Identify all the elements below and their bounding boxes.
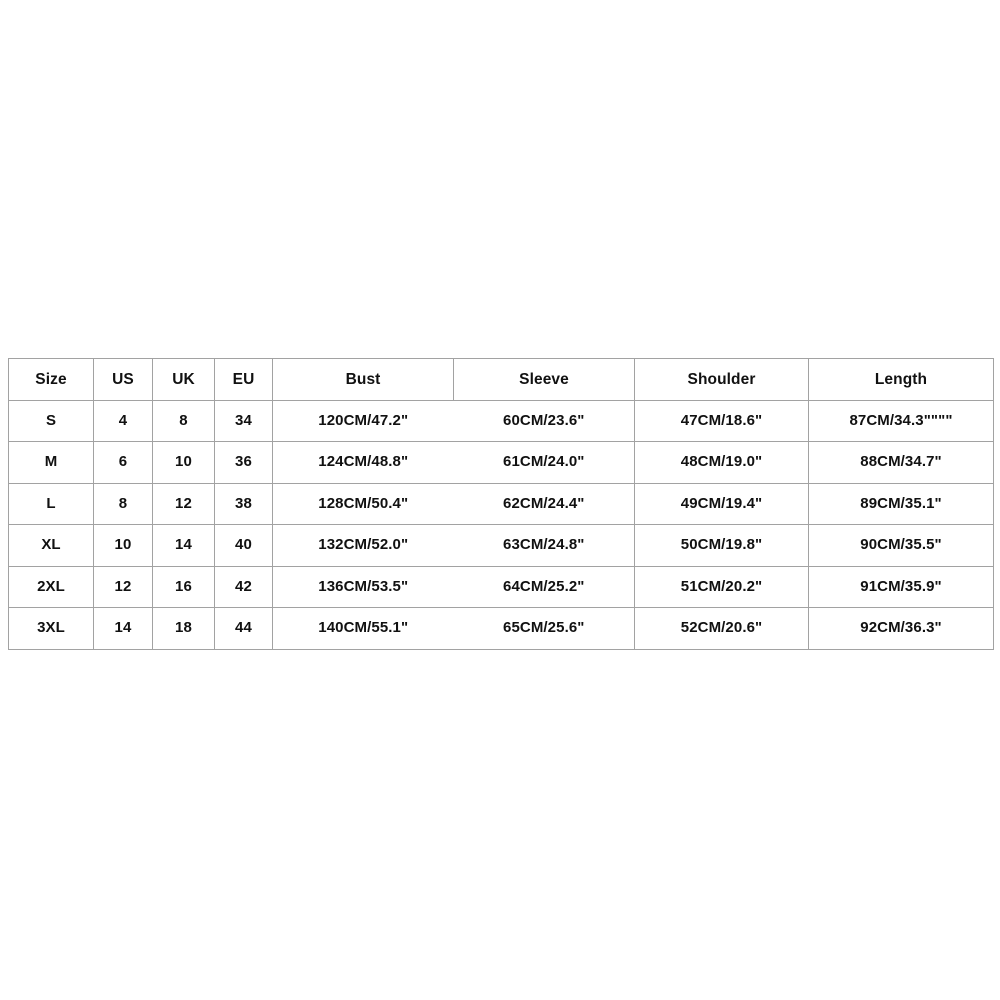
cell-length: 89CM/35.1" bbox=[808, 482, 994, 525]
cell-bust-sleeve: 120CM/47.2" 60CM/23.6" bbox=[272, 399, 635, 442]
column-header-length: Length bbox=[808, 358, 994, 401]
column-header-bust: Bust bbox=[272, 358, 454, 401]
table-body: S 4 8 34 120CM/47.2" 60CM/23.6" 47CM/18.… bbox=[8, 399, 994, 650]
cell-shoulder: 47CM/18.6" bbox=[634, 399, 809, 442]
cell-bust: 140CM/55.1" bbox=[318, 619, 409, 636]
table-row: L 8 12 38 128CM/50.4" 62CM/24.4" 49CM/19… bbox=[8, 482, 994, 525]
cell-bust: 132CM/52.0" bbox=[318, 536, 409, 553]
cell-uk: 10 bbox=[152, 441, 215, 484]
cell-shoulder: 52CM/20.6" bbox=[634, 607, 809, 650]
cell-sleeve: 61CM/24.0" bbox=[503, 453, 585, 470]
table-row: 2XL 12 16 42 136CM/53.5" 64CM/25.2" 51CM… bbox=[8, 565, 994, 608]
cell-us: 10 bbox=[93, 524, 153, 567]
cell-length: 87CM/34.3"""" bbox=[808, 399, 994, 442]
cell-length: 91CM/35.9" bbox=[808, 565, 994, 608]
column-header-size: Size bbox=[8, 358, 94, 401]
cell-size: 3XL bbox=[8, 607, 94, 650]
cell-eu: 36 bbox=[214, 441, 273, 484]
cell-bust-sleeve: 140CM/55.1" 65CM/25.6" bbox=[272, 607, 635, 650]
table-header: Size US UK EU Bust Sleeve Shoulder Lengt… bbox=[8, 358, 994, 401]
cell-bust-sleeve: 128CM/50.4" 62CM/24.4" bbox=[272, 482, 635, 525]
cell-us: 12 bbox=[93, 565, 153, 608]
cell-uk: 12 bbox=[152, 482, 215, 525]
cell-bust: 120CM/47.2" bbox=[318, 411, 409, 429]
size-chart-table: Size US UK EU Bust Sleeve Shoulder Lengt… bbox=[8, 358, 994, 650]
cell-bust-sleeve: 132CM/52.0" 63CM/24.8" bbox=[272, 524, 635, 567]
cell-shoulder: 48CM/19.0" bbox=[634, 441, 809, 484]
cell-size: M bbox=[8, 441, 94, 484]
cell-bust: 136CM/53.5" bbox=[318, 577, 409, 595]
cell-shoulder: 49CM/19.4" bbox=[634, 482, 809, 525]
column-header-uk: UK bbox=[152, 358, 215, 401]
cell-uk: 18 bbox=[152, 607, 215, 650]
cell-uk: 16 bbox=[152, 565, 215, 608]
cell-sleeve: 65CM/25.6" bbox=[503, 619, 585, 636]
table-row: S 4 8 34 120CM/47.2" 60CM/23.6" 47CM/18.… bbox=[8, 399, 994, 442]
cell-us: 8 bbox=[93, 482, 153, 525]
cell-bust-sleeve: 136CM/53.5" 64CM/25.2" bbox=[272, 565, 635, 608]
cell-us: 4 bbox=[93, 399, 153, 442]
table-row: M 6 10 36 124CM/48.8" 61CM/24.0" 48CM/19… bbox=[8, 441, 994, 484]
cell-bust: 124CM/48.8" bbox=[318, 453, 409, 470]
cell-eu: 34 bbox=[214, 399, 273, 442]
table-row: 3XL 14 18 44 140CM/55.1" 65CM/25.6" 52CM… bbox=[8, 607, 994, 650]
cell-eu: 38 bbox=[214, 482, 273, 525]
cell-uk: 14 bbox=[152, 524, 215, 567]
column-header-shoulder: Shoulder bbox=[634, 358, 809, 401]
cell-size: 2XL bbox=[8, 565, 94, 608]
table-row: XL 10 14 40 132CM/52.0" 63CM/24.8" 50CM/… bbox=[8, 524, 994, 567]
cell-size: L bbox=[8, 482, 94, 525]
cell-bust: 128CM/50.4" bbox=[318, 494, 409, 512]
column-header-us: US bbox=[93, 358, 153, 401]
cell-sleeve: 64CM/25.2" bbox=[503, 577, 585, 595]
cell-eu: 40 bbox=[214, 524, 273, 567]
cell-size: XL bbox=[8, 524, 94, 567]
cell-shoulder: 50CM/19.8" bbox=[634, 524, 809, 567]
header-row: Size US UK EU Bust Sleeve Shoulder Lengt… bbox=[8, 358, 994, 401]
cell-uk: 8 bbox=[152, 399, 215, 442]
column-header-eu: EU bbox=[214, 358, 273, 401]
cell-eu: 44 bbox=[214, 607, 273, 650]
cell-sleeve: 62CM/24.4" bbox=[503, 494, 585, 512]
cell-bust-sleeve: 124CM/48.8" 61CM/24.0" bbox=[272, 441, 635, 484]
cell-sleeve: 63CM/24.8" bbox=[503, 536, 585, 553]
cell-length: 90CM/35.5" bbox=[808, 524, 994, 567]
cell-shoulder: 51CM/20.2" bbox=[634, 565, 809, 608]
cell-size: S bbox=[8, 399, 94, 442]
cell-us: 6 bbox=[93, 441, 153, 484]
cell-length: 88CM/34.7" bbox=[808, 441, 994, 484]
cell-length: 92CM/36.3" bbox=[808, 607, 994, 650]
column-header-sleeve: Sleeve bbox=[453, 358, 635, 401]
cell-sleeve: 60CM/23.6" bbox=[503, 411, 585, 429]
cell-eu: 42 bbox=[214, 565, 273, 608]
cell-us: 14 bbox=[93, 607, 153, 650]
